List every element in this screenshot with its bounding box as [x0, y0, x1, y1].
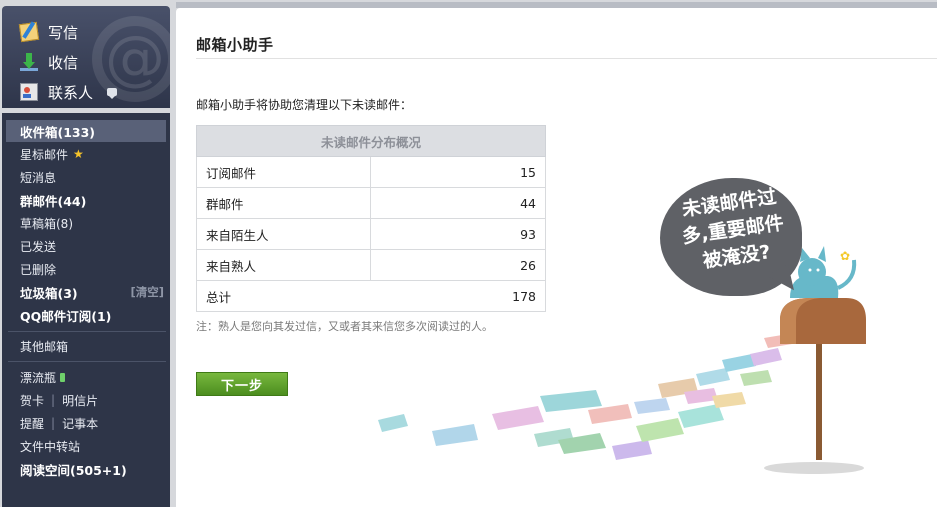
contacts-button[interactable]: 联系人: [20, 80, 118, 104]
receive-label: 收信: [48, 53, 79, 72]
download-arrow-icon: [20, 53, 38, 71]
empty-spam-link[interactable]: [清空]: [130, 284, 164, 300]
sidebar-item-notes[interactable]: 记事本: [62, 415, 98, 432]
row-label: 来自陌生人: [196, 218, 371, 250]
contact-card-icon: [20, 83, 38, 101]
separator-pipe: |: [51, 416, 56, 430]
divider: [8, 361, 166, 362]
sidebar-item-spam[interactable]: 垃圾箱(3) [清空]: [6, 281, 166, 303]
bottle-icon: [60, 372, 66, 382]
sidebar-item-reading-space[interactable]: 阅读空间(505+1): [6, 458, 166, 480]
page-title: 邮箱小助手: [196, 36, 274, 54]
speech-bubble-text: 未读邮件过 多,重要邮件 被淹没?: [680, 185, 786, 273]
sidebar-item-cards-row: 贺卡 | 明信片: [6, 389, 166, 411]
sidebar-item-reminder[interactable]: 提醒: [20, 415, 44, 432]
contacts-label: 联系人: [48, 83, 94, 102]
sidebar-item-drift-bottle[interactable]: 漂流瓶: [6, 366, 166, 388]
envelope-icons: [378, 334, 792, 460]
sidebar-item-label: 已发送: [20, 239, 57, 254]
sidebar-item-label: 群邮件(44): [20, 193, 87, 209]
write-label: 写信: [48, 23, 79, 42]
separator-pipe: |: [51, 393, 56, 407]
sidebar-item-file-transfer[interactable]: 文件中转站: [6, 435, 166, 457]
sidebar-item-sent[interactable]: 已发送: [6, 235, 166, 257]
svg-text:✿: ✿: [840, 249, 850, 263]
row-label: 来自熟人: [196, 249, 371, 281]
sidebar-item-label: 漂流瓶: [20, 370, 57, 385]
sidebar-item-label: 星标邮件: [20, 147, 69, 162]
sidebar-item-label: 收件箱(133): [20, 124, 96, 140]
sidebar-item-label: 已删除: [20, 262, 57, 277]
sidebar-item-tools-row: 提醒 | 记事本: [6, 412, 166, 434]
sidebar-item-deleted[interactable]: 已删除: [6, 258, 166, 280]
receive-mail-button[interactable]: 收信: [20, 50, 78, 74]
sidebar-item-starred[interactable]: 星标邮件 ★: [6, 143, 166, 165]
mail-app: @ 写信 收信 联系人 收件箱(133) 星标邮件 ★ 短消息 群邮件(44): [0, 0, 937, 507]
sidebar-item-label: 短消息: [20, 170, 57, 185]
chat-bubble-icon[interactable]: [107, 88, 118, 99]
sidebar-item-label: 草稿箱(8): [20, 216, 73, 231]
row-label: 订阅邮件: [196, 156, 371, 188]
pencil-icon: [18, 21, 40, 43]
sidebar-item-inbox[interactable]: 收件箱(133): [6, 120, 166, 142]
sidebar-item-label: QQ邮件订阅(1): [20, 308, 112, 324]
intro-text: 邮箱小助手将协助您清理以下未读邮件：: [196, 98, 413, 112]
flying-envelopes-illustration: ✿: [378, 246, 866, 474]
sidebar-item-sms[interactable]: 短消息: [6, 166, 166, 188]
mailbox-icon: [764, 298, 866, 474]
sidebar-item-greeting-card[interactable]: 贺卡: [20, 392, 44, 409]
divider: [8, 331, 166, 332]
illustration: ✿ 未读邮件过 多,重要邮件 被淹没?: [366, 148, 937, 507]
sidebar-item-postcard[interactable]: 明信片: [62, 392, 98, 409]
sidebar-item-label: 阅读空间(505+1): [20, 462, 127, 478]
sidebar-quick-actions: @ 写信 收信 联系人: [2, 6, 170, 108]
sidebar-folder-list: 收件箱(133) 星标邮件 ★ 短消息 群邮件(44) 草稿箱(8) 已发送 已…: [2, 113, 170, 507]
sidebar-item-label: 垃圾箱(3): [20, 285, 78, 301]
sidebar-item-label: 其他邮箱: [20, 339, 69, 354]
sidebar-item-group-mail[interactable]: 群邮件(44): [6, 189, 166, 211]
sidebar-item-other-mailboxes[interactable]: 其他邮箱: [6, 335, 166, 357]
divider: [196, 58, 937, 59]
star-icon: ★: [73, 147, 84, 161]
next-step-button[interactable]: 下一步: [196, 372, 288, 396]
write-mail-button[interactable]: 写信: [18, 20, 79, 44]
row-label: 群邮件: [196, 187, 371, 219]
sidebar-item-label: 文件中转站: [20, 439, 81, 454]
sidebar-item-drafts[interactable]: 草稿箱(8): [6, 212, 166, 234]
total-label: 总计: [196, 280, 371, 312]
sidebar-item-qq-subscriptions[interactable]: QQ邮件订阅(1): [6, 304, 166, 326]
assistant-panel: 邮箱小助手 邮箱小助手将协助您清理以下未读邮件： 未读邮件分布概况 订阅邮件 1…: [176, 8, 937, 507]
